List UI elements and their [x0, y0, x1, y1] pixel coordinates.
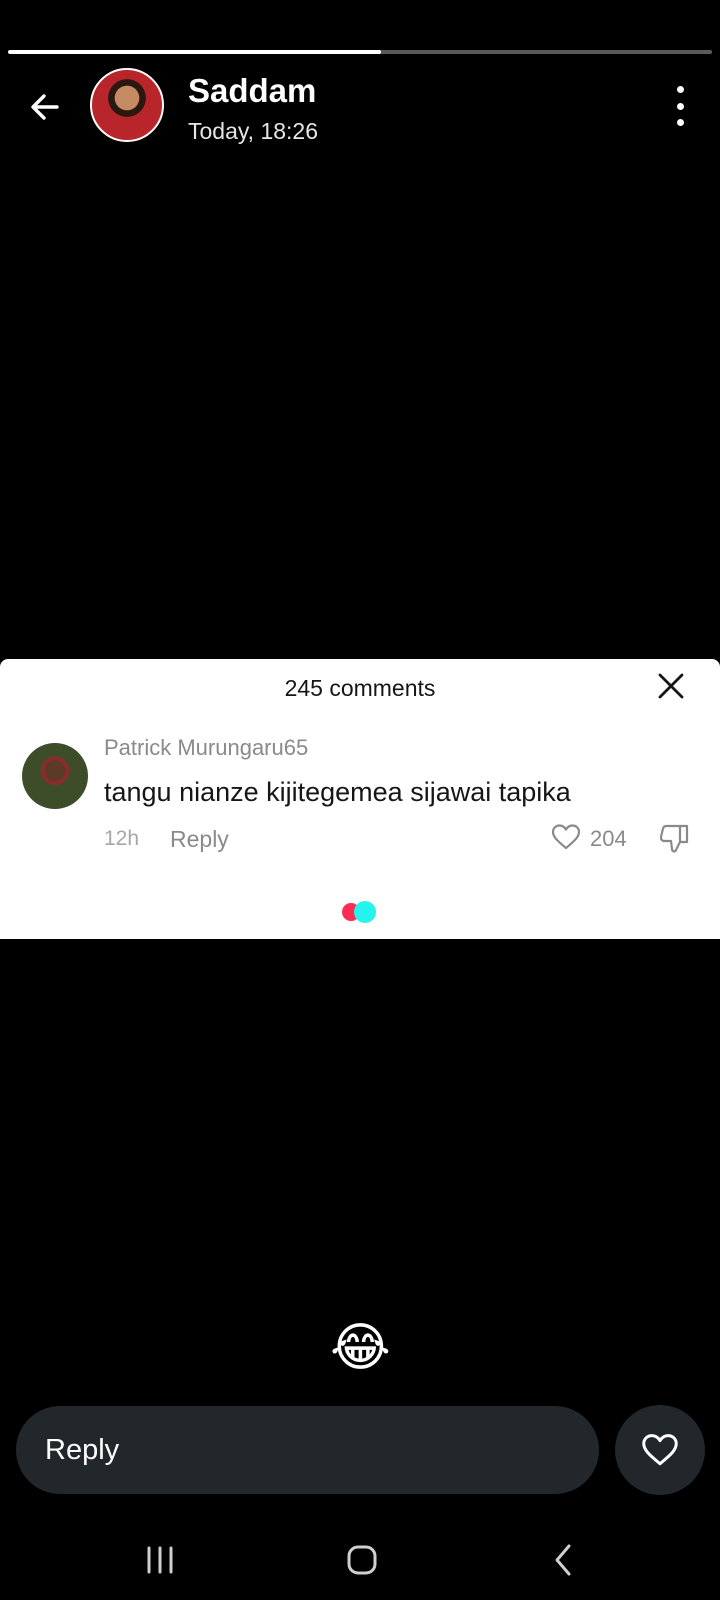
story-progress-fill: [8, 50, 382, 54]
chevron-left-icon: [555, 1544, 571, 1576]
loading-indicator: [342, 901, 382, 923]
comment-item: Patrick Murungaru65 tangu nianze kijiteg…: [0, 735, 720, 877]
reply-input[interactable]: Reply: [16, 1406, 599, 1494]
comment-age: 12h: [104, 827, 140, 850]
home-button[interactable]: [342, 1542, 382, 1578]
comment-text: tangu nianze kijitegemea sijawai tapika: [104, 777, 571, 807]
commenter-avatar[interactable]: [22, 743, 88, 809]
system-back-button[interactable]: [544, 1542, 584, 1578]
more-options-button[interactable]: [668, 86, 692, 126]
arrow-left-icon: [31, 94, 59, 120]
commenter-username[interactable]: Patrick Murungaru65: [104, 735, 308, 761]
close-icon: [658, 673, 684, 699]
comment-like-button[interactable]: [550, 821, 582, 853]
close-comments-button[interactable]: [656, 671, 686, 701]
more-vertical-icon: [676, 86, 684, 93]
like-story-button[interactable]: [615, 1405, 705, 1495]
story-header: Saddam Today, 18:26: [0, 66, 720, 150]
recents-icon: [147, 1546, 173, 1574]
home-icon: [347, 1545, 377, 1575]
story-progress-bar: [8, 50, 712, 54]
comment-reply-button[interactable]: Reply: [170, 826, 229, 853]
comment-dislike-button[interactable]: [658, 821, 692, 855]
heart-outline-icon: [642, 1434, 678, 1466]
thumbs-down-icon: [659, 824, 689, 853]
back-button[interactable]: [22, 84, 68, 130]
system-navigation-bar: [0, 1520, 720, 1600]
comment-like-count: 204: [590, 826, 627, 851]
comments-panel: 245 comments Patrick Murungaru65 tangu n…: [0, 659, 720, 939]
reaction-emoji: 😂: [330, 1319, 391, 1377]
author-name[interactable]: Saddam: [188, 72, 316, 110]
story-timestamp: Today, 18:26: [188, 118, 319, 144]
comments-count: 245 comments: [284, 675, 436, 701]
recents-button[interactable]: [140, 1542, 180, 1578]
heart-outline-icon: [551, 824, 581, 850]
author-avatar[interactable]: [90, 68, 164, 142]
